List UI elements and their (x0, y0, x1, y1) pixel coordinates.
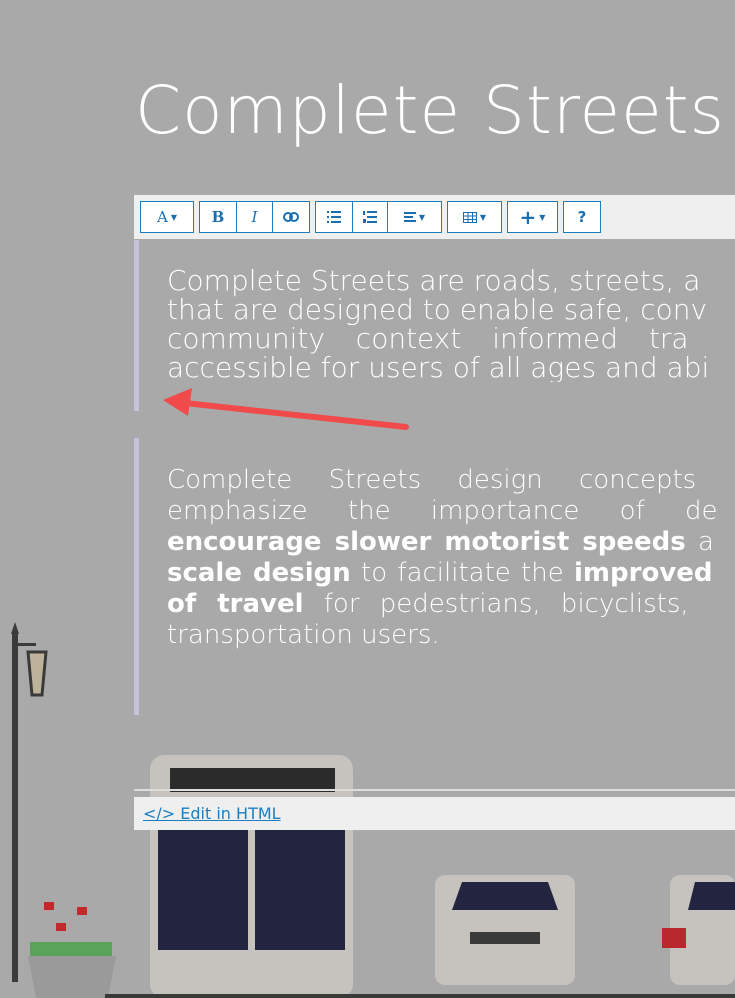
editor-toolbar: A ▼ B I ▼ ▼ + ▼ ? (134, 195, 735, 239)
lamp-post (12, 632, 18, 982)
help-icon: ? (577, 208, 587, 226)
chevron-down-icon: ▼ (418, 212, 426, 222)
bold-button[interactable]: B (200, 202, 237, 232)
bullet-list-button[interactable] (316, 202, 353, 232)
text-line: emphasize the importance of de (167, 496, 718, 526)
text: a (685, 527, 714, 557)
numbered-list-button[interactable] (353, 202, 388, 232)
format-group: B I (199, 201, 310, 233)
italic-button[interactable]: I (237, 202, 273, 232)
insert-group: + ▼ (507, 201, 558, 233)
chevron-down-icon: ▼ (479, 212, 487, 222)
quote-bar (134, 240, 139, 411)
bold-text: improved (574, 558, 713, 588)
chevron-down-icon: ▼ (170, 212, 177, 222)
font-button[interactable]: A ▼ (141, 202, 193, 232)
chevron-down-icon: ▼ (539, 212, 546, 222)
editor-footer: </> Edit in HTML (134, 797, 735, 830)
help-group: ? (563, 201, 601, 233)
text-line: of travel for pedestrians, bicyclists, (167, 589, 735, 620)
text-line: that are designed to enable safe, conv (167, 293, 708, 326)
paragraph-1[interactable]: Complete Streets are roads, streets, a t… (167, 266, 735, 382)
align-button[interactable]: ▼ (388, 202, 441, 232)
bold-text: scale design (167, 558, 351, 588)
text-line: scale design to facilitate the improved (167, 558, 735, 589)
text-line: accessible for users of all ages and abi (167, 351, 710, 382)
text-line: Complete Streets are roads, streets, a (167, 266, 701, 297)
table-group: ▼ (447, 201, 502, 233)
lamp (26, 650, 48, 697)
page-title: Complete Streets (135, 72, 725, 149)
bold-text: encourage slower motorist speeds (167, 527, 686, 557)
help-button[interactable]: ? (564, 202, 600, 232)
link-button[interactable] (273, 202, 309, 232)
bold-text: of travel (167, 589, 304, 619)
list-group: ▼ (315, 201, 442, 233)
text-line: Complete Streets design concepts (167, 465, 697, 495)
bullet-list-icon (327, 211, 341, 223)
bold-icon: B (211, 208, 225, 226)
table-icon (462, 211, 477, 223)
link-icon (283, 212, 299, 222)
text-line: encourage slower motorist speeds a (167, 527, 735, 558)
planter (28, 956, 116, 998)
text: for pedestrians, bicyclists, (303, 589, 689, 619)
text: to facilitate the (350, 558, 574, 588)
edit-in-html-link[interactable]: </> Edit in HTML (143, 804, 281, 823)
italic-icon: I (251, 208, 258, 226)
text-line: community context informed tra (167, 322, 689, 355)
divider (134, 789, 735, 791)
font-icon: A (157, 208, 168, 226)
table-button[interactable]: ▼ (448, 202, 501, 232)
insert-button[interactable]: + ▼ (508, 202, 557, 232)
align-icon (403, 212, 416, 222)
numbered-list-icon (363, 211, 377, 223)
insert-plus-icon: + (519, 205, 537, 229)
font-group: A ▼ (140, 201, 194, 233)
